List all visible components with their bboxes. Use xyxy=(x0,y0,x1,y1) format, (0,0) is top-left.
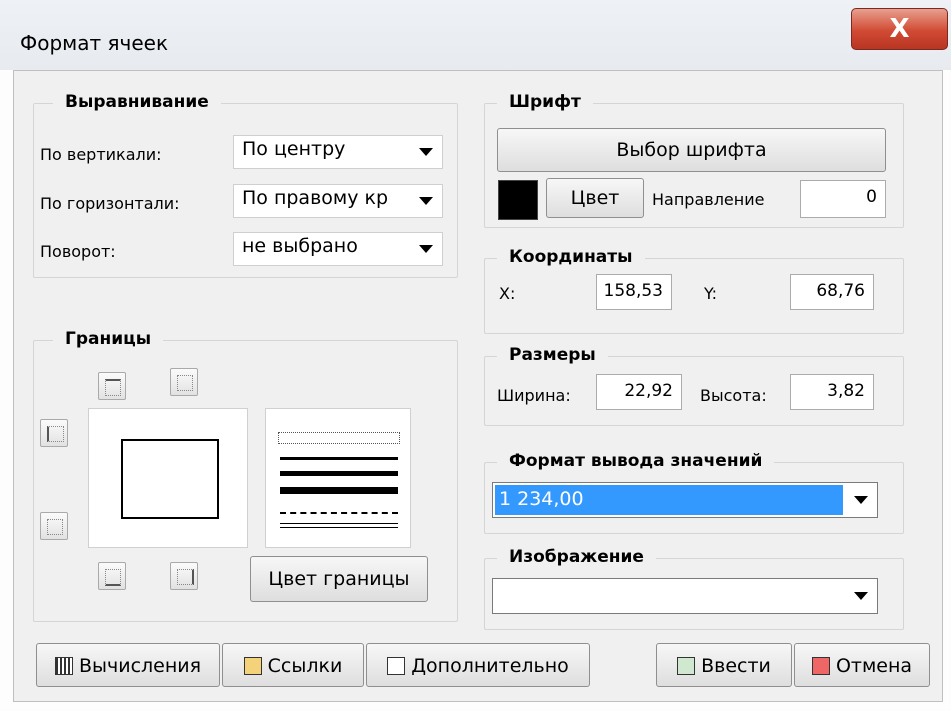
vertical-align-select[interactable]: По центру xyxy=(233,135,443,169)
line-style-dotted-selected[interactable] xyxy=(278,432,400,444)
horizontal-align-value: По правому кр xyxy=(242,187,389,209)
border-right-button[interactable] xyxy=(170,562,198,590)
choose-font-button[interactable]: Выбор шрифта xyxy=(497,128,886,172)
window-title: Формат ячеек xyxy=(20,31,169,55)
chevron-down-icon[interactable] xyxy=(410,233,442,265)
dialog-window: Формат ячеек X Выравнивание По вертикали… xyxy=(0,0,951,711)
border-left-button[interactable] xyxy=(40,419,68,447)
direction-input[interactable]: 0 xyxy=(800,180,886,218)
cancel-button-label: Отмена xyxy=(835,654,913,677)
vertical-label: По вертикали: xyxy=(40,145,162,164)
line-style-list[interactable] xyxy=(265,408,411,548)
cancel-button[interactable]: Отмена xyxy=(794,643,930,687)
vertical-align-value: По центру xyxy=(242,138,346,160)
line-style-dashed[interactable] xyxy=(280,512,398,514)
links-button-label: Ссылки xyxy=(267,654,343,677)
properties-icon xyxy=(387,656,406,675)
border-preview-cell xyxy=(121,439,219,519)
chevron-down-icon[interactable] xyxy=(410,185,442,217)
width-input[interactable]: 22,92 xyxy=(596,374,682,410)
links-button[interactable]: Ссылки xyxy=(222,643,364,687)
rotation-value: не выбрано xyxy=(242,235,358,257)
border-right-icon xyxy=(177,569,194,585)
y-input[interactable]: 68,76 xyxy=(790,274,874,310)
cancel-icon xyxy=(811,656,830,675)
rotation-label: Поворот: xyxy=(40,242,116,261)
y-label: Y: xyxy=(704,284,718,303)
x-label: X: xyxy=(499,284,516,303)
chevron-down-icon[interactable] xyxy=(410,136,442,168)
line-style-double[interactable] xyxy=(280,523,398,528)
close-button[interactable]: X xyxy=(851,8,948,50)
alignment-group-label: Выравнивание xyxy=(53,92,221,112)
size-group-label: Размеры xyxy=(497,345,608,365)
border-color-button[interactable]: Цвет границы xyxy=(250,556,428,602)
image-group-label: Изображение xyxy=(497,547,656,567)
link-icon xyxy=(243,656,262,675)
border-inner-vertical-button[interactable] xyxy=(40,512,68,540)
line-style-thin[interactable] xyxy=(280,457,398,460)
font-color-button[interactable]: Цвет xyxy=(546,178,644,218)
border-preview[interactable] xyxy=(88,408,248,548)
value-format-group-label: Формат вывода значений xyxy=(497,451,775,471)
borders-group-label: Границы xyxy=(53,329,164,349)
calculator-icon xyxy=(54,656,73,675)
border-bottom-icon xyxy=(105,569,121,586)
advanced-button[interactable]: Дополнительно xyxy=(366,643,590,687)
rotation-select[interactable]: не выбрано xyxy=(233,232,443,266)
line-style-thick[interactable] xyxy=(280,487,398,494)
border-inner-horizontal-button[interactable] xyxy=(170,368,198,396)
chevron-down-icon[interactable] xyxy=(845,579,877,613)
border-bottom-button[interactable] xyxy=(98,562,126,590)
font-group-label: Шрифт xyxy=(497,92,593,112)
advanced-button-label: Дополнительно xyxy=(411,654,569,677)
border-top-icon xyxy=(105,379,121,396)
border-top-button[interactable] xyxy=(98,372,126,400)
height-input[interactable]: 3,82 xyxy=(790,374,874,410)
border-inner-horizontal-icon xyxy=(177,375,193,391)
height-label: Высота: xyxy=(700,386,767,405)
direction-label: Направление xyxy=(652,190,765,209)
border-inner-vertical-icon xyxy=(47,519,63,535)
horizontal-label: По горизонтали: xyxy=(40,194,180,213)
width-label: Ширина: xyxy=(497,386,571,405)
border-left-icon xyxy=(47,426,64,442)
enter-arrow-icon xyxy=(677,656,696,675)
coordinates-group-label: Координаты xyxy=(497,247,645,267)
value-format-select[interactable]: 1 234,00 xyxy=(492,482,878,518)
image-select[interactable] xyxy=(492,578,878,614)
calculations-button-label: Вычисления xyxy=(78,654,202,677)
font-color-swatch xyxy=(498,180,538,220)
calculations-button[interactable]: Вычисления xyxy=(36,643,220,687)
line-style-medium[interactable] xyxy=(280,471,398,476)
enter-button-label: Ввести xyxy=(701,654,771,677)
value-format-value: 1 234,00 xyxy=(495,485,843,515)
enter-button[interactable]: Ввести xyxy=(656,643,792,687)
x-input[interactable]: 158,53 xyxy=(596,274,672,310)
chevron-down-icon[interactable] xyxy=(845,483,877,517)
horizontal-align-select[interactable]: По правому кр xyxy=(233,184,443,218)
